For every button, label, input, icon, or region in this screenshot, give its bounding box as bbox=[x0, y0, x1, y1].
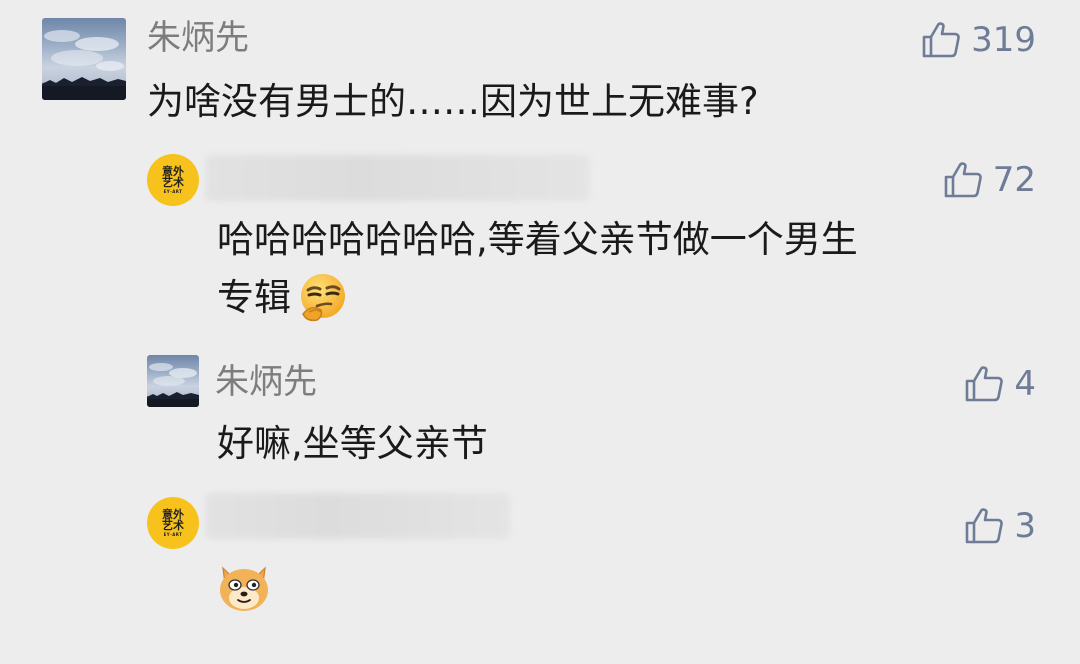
like-count: 72 bbox=[992, 160, 1036, 200]
comment-username[interactable]: 朱炳先 bbox=[147, 18, 249, 58]
thumbs-up-icon bbox=[922, 22, 960, 58]
smirk-emoji-icon bbox=[295, 270, 351, 326]
thumbs-up-icon bbox=[966, 366, 1004, 402]
like-count: 3 bbox=[1014, 506, 1036, 546]
avatar[interactable]: 意外 艺术 EY·ART bbox=[147, 154, 199, 206]
comment-text: 为啥没有男士的……因为世上无难事? bbox=[147, 80, 759, 123]
reply-text-line: 专辑 bbox=[217, 276, 291, 319]
avatar[interactable] bbox=[42, 18, 126, 100]
logo-text: 艺术 bbox=[162, 176, 184, 190]
reply-text: 专辑 bbox=[217, 270, 351, 326]
blurred-username[interactable] bbox=[205, 155, 590, 201]
avatar[interactable] bbox=[147, 355, 199, 407]
like-button[interactable]: 319 bbox=[921, 20, 1036, 60]
like-button[interactable]: 3 bbox=[964, 506, 1036, 546]
logo-text: 艺术 bbox=[162, 519, 184, 533]
sky-avatar-image bbox=[147, 363, 199, 407]
reply-text: 哈哈哈哈哈哈哈,等着父亲节做一个男生 bbox=[217, 218, 858, 261]
sky-avatar-image bbox=[42, 30, 126, 100]
like-count: 4 bbox=[1014, 364, 1036, 404]
blurred-username[interactable] bbox=[205, 493, 510, 539]
reply-text: 好嘛,坐等父亲节 bbox=[217, 422, 488, 465]
like-button[interactable]: 72 bbox=[943, 160, 1036, 200]
like-count: 319 bbox=[971, 20, 1036, 60]
thumbs-up-icon bbox=[944, 162, 982, 198]
avatar[interactable]: 意外 艺术 EY·ART bbox=[147, 497, 199, 549]
doge-emoji-icon bbox=[215, 558, 273, 616]
reply-username[interactable]: 朱炳先 bbox=[215, 362, 317, 402]
like-button[interactable]: 4 bbox=[964, 364, 1036, 404]
logo-text: EY·ART bbox=[163, 188, 183, 194]
thumbs-up-icon bbox=[966, 508, 1004, 544]
logo-text: EY·ART bbox=[163, 531, 183, 537]
